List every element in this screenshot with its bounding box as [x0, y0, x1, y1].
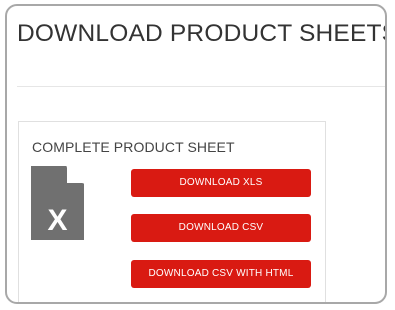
page-frame: DOWNLOAD PRODUCT SHEETS COMPLETE PRODUCT… [5, 4, 387, 304]
page-title: DOWNLOAD PRODUCT SHEETS [17, 20, 387, 47]
title-divider [17, 86, 385, 87]
download-csv-button[interactable]: DOWNLOAD CSV [131, 214, 311, 242]
download-xls-button[interactable]: DOWNLOAD XLS [131, 169, 311, 197]
card-title: COMPLETE PRODUCT SHEET [32, 139, 235, 155]
file-icon-letter: X [47, 204, 67, 237]
download-csv-with-html-button[interactable]: DOWNLOAD CSV WITH HTML [131, 260, 311, 288]
excel-file-icon: X [31, 166, 84, 240]
product-sheet-card: COMPLETE PRODUCT SHEET X DOWNLOAD XLS DO… [18, 121, 326, 302]
